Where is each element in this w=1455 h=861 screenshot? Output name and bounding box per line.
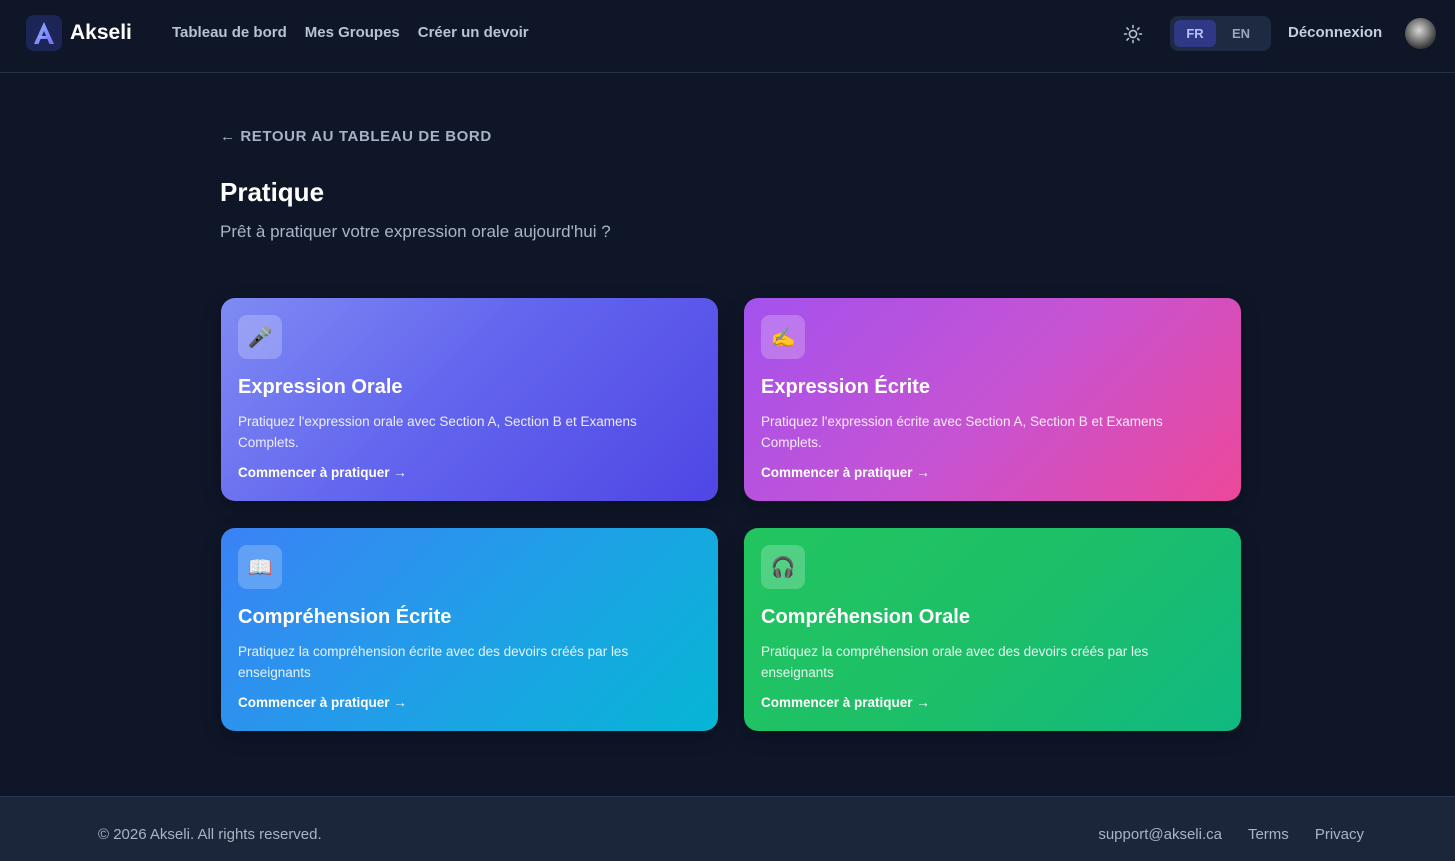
open-book-icon: 📖 — [238, 545, 282, 589]
support-email-link[interactable]: support@akseli.ca — [1098, 826, 1222, 843]
start-practice-link[interactable]: Commencer à pratiquer → — [238, 465, 407, 480]
nav-creer-un-devoir[interactable]: Créer un devoir — [418, 24, 529, 41]
avatar[interactable] — [1405, 18, 1436, 49]
start-practice-link[interactable]: Commencer à pratiquer → — [238, 695, 407, 710]
back-to-dashboard-link[interactable]: ← RETOUR AU TABLEAU DE BORD — [220, 128, 492, 145]
akseli-logo-icon — [26, 15, 62, 51]
language-switcher: FR EN — [1170, 16, 1271, 51]
page-footer: © 2026 Akseli. All rights reserved. supp… — [0, 796, 1455, 861]
writing-hand-icon: ✍️ — [761, 315, 805, 359]
terms-link[interactable]: Terms — [1248, 826, 1289, 843]
start-practice-link[interactable]: Commencer à pratiquer → — [761, 465, 930, 480]
brand-name: Akseli — [70, 21, 132, 44]
card-expression-orale[interactable]: 🎤 Expression Orale Pratiquez l'expressio… — [221, 298, 718, 501]
privacy-link[interactable]: Privacy — [1315, 826, 1364, 843]
card-comprehension-ecrite[interactable]: 📖 Compréhension Écrite Pratiquez la comp… — [221, 528, 718, 731]
sun-icon — [1123, 24, 1143, 44]
card-description: Pratiquez l'expression écrite avec Secti… — [761, 414, 1163, 450]
card-title: Expression Écrite — [761, 376, 930, 398]
card-description: Pratiquez la compréhension orale avec de… — [761, 644, 1149, 680]
brand-logo[interactable]: Akseli — [26, 15, 132, 51]
microphone-icon: 🎤 — [238, 315, 282, 359]
start-practice-link[interactable]: Commencer à pratiquer → — [761, 695, 930, 710]
page-title: Pratique — [220, 177, 325, 207]
lang-en-button[interactable]: EN — [1220, 20, 1262, 47]
page-subtitle: Prêt à pratiquer votre expression orale … — [220, 222, 611, 241]
theme-toggle-button[interactable] — [1120, 21, 1146, 47]
main-nav: Tableau de bord Mes Groupes Créer un dev… — [172, 24, 529, 41]
logout-button[interactable]: Déconnexion — [1288, 24, 1382, 41]
card-comprehension-orale[interactable]: 🎧 Compréhension Orale Pratiquez la compr… — [744, 528, 1241, 731]
card-description: Pratiquez l'expression orale avec Sectio… — [238, 414, 637, 450]
nav-mes-groupes[interactable]: Mes Groupes — [305, 24, 400, 41]
headphones-icon: 🎧 — [761, 545, 805, 589]
card-expression-ecrite[interactable]: ✍️ Expression Écrite Pratiquez l'express… — [744, 298, 1241, 501]
copyright-text: © 2026 Akseli. All rights reserved. — [98, 826, 322, 843]
card-description: Pratiquez la compréhension écrite avec d… — [238, 644, 629, 680]
lang-fr-button[interactable]: FR — [1174, 20, 1216, 47]
card-title: Compréhension Écrite — [238, 606, 452, 628]
card-title: Expression Orale — [238, 376, 403, 398]
top-navbar: Akseli Tableau de bord Mes Groupes Créer… — [0, 0, 1455, 73]
footer-links: support@akseli.ca Terms Privacy — [1098, 826, 1364, 843]
nav-tableau-de-bord[interactable]: Tableau de bord — [172, 24, 287, 41]
card-title: Compréhension Orale — [761, 606, 970, 628]
